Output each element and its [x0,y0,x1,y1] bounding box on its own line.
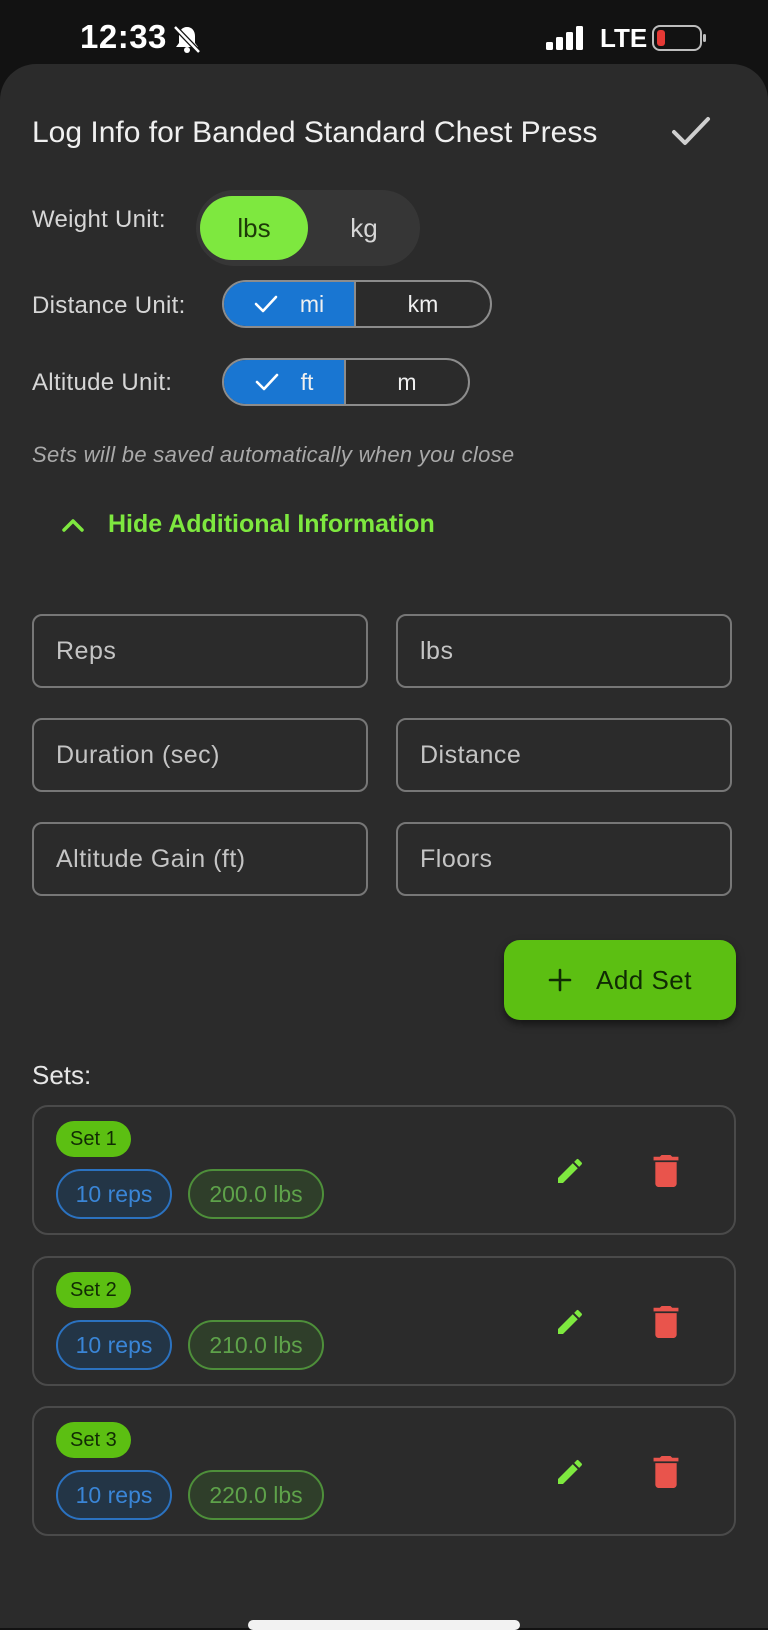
weight-field [396,614,732,688]
distance-unit-toggle: mi km [222,280,492,328]
altitude-option-ft[interactable]: ft [224,360,346,404]
set-card: Set 3 10 reps 220.0 lbs [32,1406,736,1536]
check-icon [255,373,278,391]
altitude-input[interactable] [34,824,366,894]
signal-icon [546,26,583,50]
add-set-label: Add Set [595,964,692,995]
plus-icon [548,968,572,992]
weight-chip: 220.0 lbs [188,1470,324,1520]
check-icon[interactable] [668,108,714,154]
add-set-button[interactable]: Add Set [504,940,736,1020]
bell-off-icon [173,25,201,54]
log-info-sheet: Log Info for Banded Standard Chest Press… [0,64,768,1628]
distance-option-mi[interactable]: mi [224,282,356,326]
sets-heading: Sets: [32,1060,92,1090]
pencil-icon[interactable] [554,1306,586,1338]
sheet-title: Log Info for Banded Standard Chest Press [32,116,598,149]
altitude-option-m[interactable]: m [346,360,468,404]
set-badge: Set 3 [56,1422,131,1458]
battery-icon [652,25,706,51]
reps-chip: 10 reps [56,1320,172,1370]
weight-chip: 200.0 lbs [188,1169,324,1219]
altitude-option-ft-label: ft [300,368,314,395]
network-label: LTE [600,23,648,53]
duration-field [32,718,368,792]
floors-input[interactable] [398,824,730,894]
chevron-up-icon [62,518,84,532]
altitude-unit-toggle: ft m [222,358,470,406]
set-badge: Set 2 [56,1272,131,1308]
distance-input[interactable] [398,720,730,790]
weight-input[interactable] [398,616,730,686]
altitude-field [32,822,368,896]
autosave-note: Sets will be saved automatically when yo… [32,442,515,467]
trash-icon[interactable] [652,1456,680,1488]
set-card: Set 2 10 reps 210.0 lbs [32,1256,736,1386]
status-bar: 12:33 LTE [0,0,768,70]
weight-option-lbs[interactable]: lbs [200,196,308,260]
status-time: 12:33 [80,18,167,55]
reps-field [32,614,368,688]
weight-unit-toggle: lbs kg [196,190,420,266]
reps-input[interactable] [34,616,366,686]
duration-input[interactable] [34,720,366,790]
distance-field [396,718,732,792]
set-card: Set 1 10 reps 200.0 lbs [32,1105,736,1235]
weight-unit-label: Weight Unit: [32,206,166,233]
reps-chip: 10 reps [56,1169,172,1219]
distance-option-km[interactable]: km [356,282,490,326]
pencil-icon[interactable] [554,1456,586,1488]
distance-unit-label: Distance Unit: [32,292,186,319]
check-icon [254,295,278,313]
home-indicator[interactable] [248,1620,520,1630]
floors-field [396,822,732,896]
hide-additional-info-toggle[interactable]: Hide Additional Information [60,510,435,539]
reps-chip: 10 reps [56,1470,172,1520]
trash-icon[interactable] [652,1155,680,1187]
hide-additional-info-label: Hide Additional Information [108,510,435,538]
distance-option-mi-label: mi [299,290,325,317]
weight-option-kg[interactable]: kg [314,196,414,260]
weight-chip: 210.0 lbs [188,1320,324,1370]
altitude-unit-label: Altitude Unit: [32,369,173,396]
set-badge: Set 1 [56,1121,131,1157]
pencil-icon[interactable] [554,1155,586,1187]
trash-icon[interactable] [652,1306,680,1338]
